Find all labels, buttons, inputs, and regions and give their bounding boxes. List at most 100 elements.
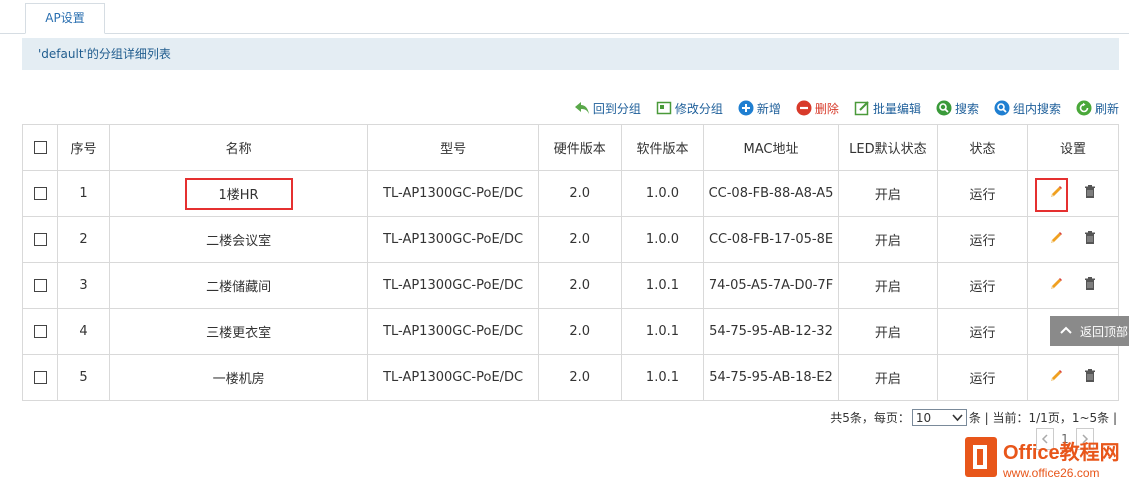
row-checkbox[interactable] bbox=[33, 187, 47, 200]
row-mac: 54-75-95-AB-18-E2 bbox=[703, 354, 839, 401]
pagination-info: 共5条，每页： 10 条 | 当前：1/1页，1~5条 | bbox=[830, 409, 1117, 426]
office-logo-icon: Office教程网 www.office26.com bbox=[965, 437, 1120, 480]
row-name-cell: 1楼HR bbox=[108, 170, 369, 217]
header-sw-version: 软件版本 bbox=[620, 124, 705, 171]
table-row: 1 1楼HR TL-AP1300GC-PoE/DC 2.0 1.0.0 CC-0… bbox=[21, 170, 1120, 217]
row-hw: 2.0 bbox=[537, 308, 622, 355]
pagination-total: 共5条，每页： bbox=[830, 411, 910, 425]
row-sw: 1.0.1 bbox=[620, 308, 705, 355]
watermark: Office教程网 www.office26.com bbox=[963, 433, 1129, 485]
tab-ap-settings[interactable]: AP设置 bbox=[25, 3, 105, 34]
ap-table: 序号 名称 型号 硬件版本 软件版本 MAC地址 LED默认状态 状态 设置 1… bbox=[21, 124, 1120, 401]
row-select-cell bbox=[21, 308, 59, 355]
row-status: 运行 bbox=[936, 308, 1028, 355]
row-status: 运行 bbox=[936, 354, 1028, 401]
back-arrow-icon bbox=[574, 100, 590, 116]
add-button[interactable]: 新增 bbox=[738, 100, 781, 117]
row-mac: CC-08-FB-88-A8-A5 bbox=[703, 170, 839, 217]
row-sw: 1.0.0 bbox=[620, 170, 705, 217]
back-to-group-button[interactable]: 回到分组 bbox=[574, 100, 641, 117]
row-hw: 2.0 bbox=[537, 170, 622, 217]
row-checkbox[interactable] bbox=[33, 371, 47, 384]
row-model: TL-AP1300GC-PoE/DC bbox=[367, 308, 539, 355]
refresh-button[interactable]: 刷新 bbox=[1076, 100, 1119, 117]
row-status: 运行 bbox=[936, 262, 1028, 309]
search-button[interactable]: 搜索 bbox=[936, 100, 979, 117]
row-index: 4 bbox=[57, 308, 110, 355]
row-led: 开启 bbox=[837, 216, 938, 263]
select-all-checkbox[interactable] bbox=[33, 141, 47, 154]
row-sw: 1.0.1 bbox=[620, 354, 705, 401]
row-settings bbox=[1026, 216, 1120, 263]
row-index: 2 bbox=[57, 216, 110, 263]
row-checkbox[interactable] bbox=[33, 325, 47, 338]
header-mac: MAC地址 bbox=[703, 124, 839, 171]
group-search-button[interactable]: 组内搜索 bbox=[994, 100, 1061, 117]
edit-group-label: 修改分组 bbox=[674, 101, 723, 116]
toolbar: 回到分组 修改分组 新增 删除 批量编辑 搜索 组内搜索 刷新 bbox=[559, 97, 1119, 119]
search-label: 搜索 bbox=[954, 101, 979, 116]
pencil-icon[interactable] bbox=[1048, 276, 1064, 292]
row-select-cell bbox=[21, 262, 59, 309]
back-to-top-label: 返回顶部 bbox=[1080, 324, 1129, 339]
row-checkbox[interactable] bbox=[33, 233, 47, 246]
row-settings bbox=[1026, 262, 1120, 309]
row-model: TL-AP1300GC-PoE/DC bbox=[367, 170, 539, 217]
table-row: 4 三楼更衣室 TL-AP1300GC-PoE/DC 2.0 1.0.1 54-… bbox=[21, 308, 1120, 355]
table-header-row: 序号 名称 型号 硬件版本 软件版本 MAC地址 LED默认状态 状态 设置 bbox=[21, 124, 1120, 171]
banner-title: 'default'的分组详细列表 bbox=[38, 47, 171, 61]
row-model: TL-AP1300GC-PoE/DC bbox=[367, 354, 539, 401]
row-led: 开启 bbox=[837, 308, 938, 355]
refresh-icon bbox=[1076, 100, 1092, 116]
page-size-select[interactable]: 10 bbox=[911, 409, 967, 426]
table-row: 5 一楼机房 TL-AP1300GC-PoE/DC 2.0 1.0.1 54-7… bbox=[21, 354, 1120, 401]
row-status: 运行 bbox=[936, 170, 1028, 217]
select-all-cell bbox=[21, 124, 59, 171]
header-name: 名称 bbox=[108, 124, 369, 171]
add-label: 新增 bbox=[756, 101, 781, 116]
row-status: 运行 bbox=[936, 216, 1028, 263]
group-search-icon bbox=[994, 100, 1010, 116]
edit-group-button[interactable]: 修改分组 bbox=[656, 100, 723, 117]
trash-icon[interactable] bbox=[1082, 230, 1098, 246]
watermark-url: www.office26.com bbox=[1002, 466, 1100, 480]
watermark-brand: Office教程网 bbox=[1003, 440, 1120, 464]
row-hw: 2.0 bbox=[537, 262, 622, 309]
back-to-group-label: 回到分组 bbox=[592, 101, 641, 116]
refresh-label: 刷新 bbox=[1094, 101, 1119, 116]
batch-edit-button[interactable]: 批量编辑 bbox=[854, 100, 921, 117]
table-row: 3 二楼储藏间 TL-AP1300GC-PoE/DC 2.0 1.0.1 74-… bbox=[21, 262, 1120, 309]
row-select-cell bbox=[21, 170, 59, 217]
minus-circle-icon bbox=[796, 100, 812, 116]
delete-button[interactable]: 删除 bbox=[796, 100, 839, 117]
row-mac: CC-08-FB-17-05-8E bbox=[703, 216, 839, 263]
row-checkbox[interactable] bbox=[33, 279, 47, 292]
search-icon bbox=[936, 100, 952, 116]
row-sw: 1.0.1 bbox=[620, 262, 705, 309]
row-led: 开启 bbox=[837, 262, 938, 309]
pagination-current: 条 | 当前：1/1页，1~5条 | bbox=[968, 411, 1117, 425]
header-model: 型号 bbox=[367, 124, 539, 171]
row-settings bbox=[1026, 354, 1120, 401]
header-status: 状态 bbox=[936, 124, 1028, 171]
row-name: 二楼储藏间 bbox=[108, 262, 369, 309]
trash-icon[interactable] bbox=[1082, 184, 1098, 200]
row-sw: 1.0.0 bbox=[620, 216, 705, 263]
trash-icon[interactable] bbox=[1082, 276, 1098, 292]
pencil-icon[interactable] bbox=[1048, 230, 1064, 246]
row-model: TL-AP1300GC-PoE/DC bbox=[367, 216, 539, 263]
pencil-icon[interactable] bbox=[1048, 368, 1064, 384]
header-hw-version: 硬件版本 bbox=[537, 124, 622, 171]
row-select-cell bbox=[21, 354, 59, 401]
back-to-top-button[interactable]: 返回顶部 bbox=[1050, 316, 1129, 346]
row-model: TL-AP1300GC-PoE/DC bbox=[367, 262, 539, 309]
page-size-value: 10 bbox=[915, 410, 932, 425]
chevron-down-icon bbox=[952, 411, 963, 425]
row-hw: 2.0 bbox=[537, 354, 622, 401]
row-name: 二楼会议室 bbox=[108, 216, 369, 263]
header-led: LED默认状态 bbox=[837, 124, 938, 171]
row-settings bbox=[1026, 170, 1120, 217]
row-name: 三楼更衣室 bbox=[108, 308, 369, 355]
row-index: 5 bbox=[57, 354, 110, 401]
trash-icon[interactable] bbox=[1082, 368, 1098, 384]
